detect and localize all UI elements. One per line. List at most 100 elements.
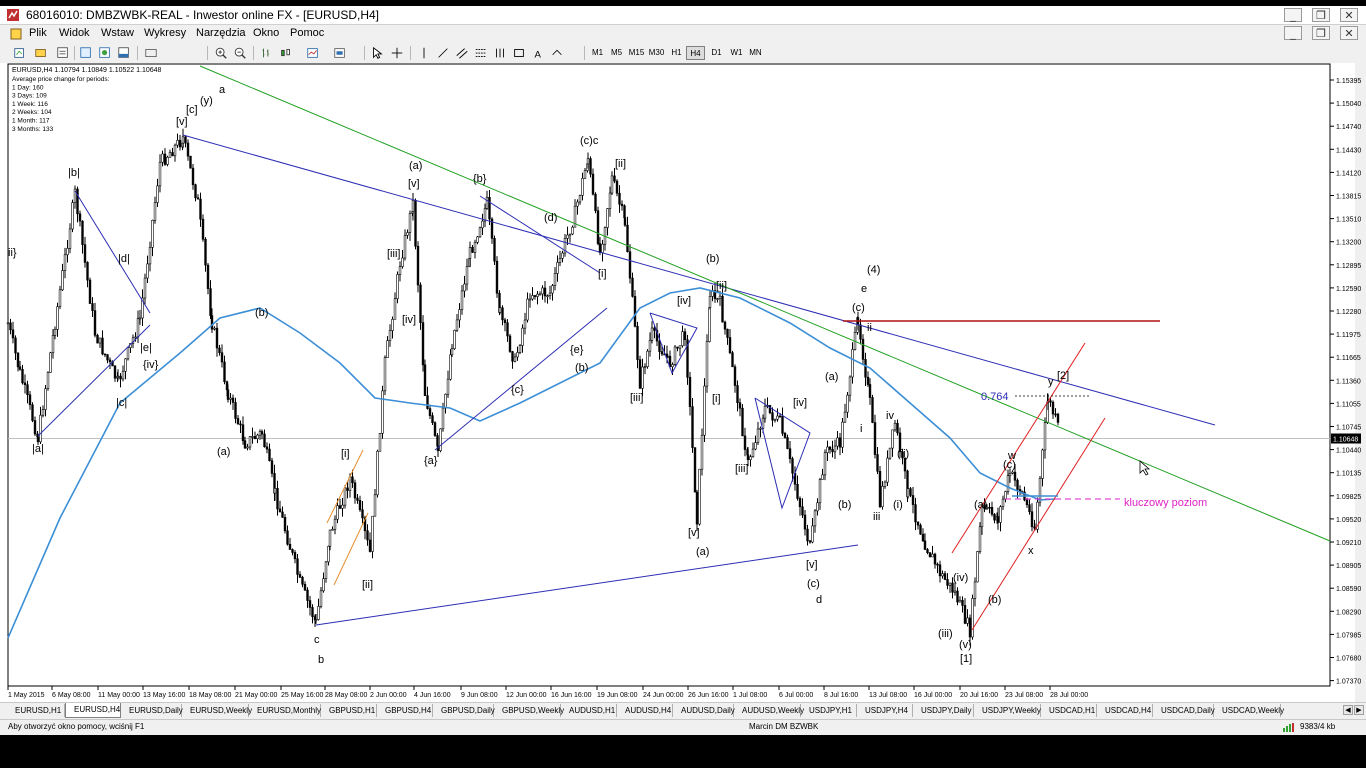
candle-body	[511, 351, 514, 362]
channel-icon[interactable]	[454, 45, 470, 61]
menu-insert[interactable]: Wstaw	[101, 27, 134, 39]
tab-usdjpy-h1[interactable]: USDJPY,H1	[801, 704, 857, 717]
candle-body	[136, 318, 140, 338]
wave-label: {a}	[424, 455, 438, 467]
child-close-button[interactable]: ✕	[1340, 26, 1358, 40]
tab-eurusd-h4[interactable]: EURUSD,H4	[65, 703, 121, 718]
shapes-icon[interactable]	[511, 45, 527, 61]
timeframe-h1[interactable]: H1	[667, 46, 686, 60]
candle-body	[606, 208, 609, 228]
wave-label: [ii]	[716, 280, 727, 292]
child-minimize-button[interactable]: _	[1284, 26, 1302, 40]
tab-usdjpy-h4[interactable]: USDJPY,H4	[857, 704, 913, 717]
time-label: 13 May 16:00	[143, 692, 186, 699]
candle-body	[946, 579, 949, 586]
trendline-icon[interactable]	[435, 45, 451, 61]
candle-body	[281, 511, 284, 518]
app-icon	[7, 9, 19, 21]
zoom-out-icon[interactable]	[232, 45, 248, 61]
candle-body	[26, 384, 29, 396]
menu-help[interactable]: Pomoc	[290, 27, 324, 39]
tab-audusd-daily[interactable]: AUDUSD,Daily	[673, 704, 735, 717]
restore-button[interactable]: ❐	[1312, 8, 1330, 22]
close-button[interactable]: ✕	[1340, 8, 1358, 22]
menu-file[interactable]: Plik	[29, 27, 47, 39]
timeframe-h4[interactable]: H4	[686, 46, 705, 60]
candle-body	[163, 153, 167, 165]
time-label: 23 Jul 08:00	[1005, 692, 1043, 699]
data-window-icon[interactable]	[78, 45, 94, 61]
child-restore-button[interactable]: ❐	[1312, 26, 1330, 40]
fibonacci-icon[interactable]	[473, 45, 489, 61]
grid-icon[interactable]	[492, 45, 508, 61]
candle-body	[241, 424, 245, 441]
candle-body	[578, 195, 582, 203]
cursor-icon[interactable]	[369, 45, 385, 61]
zoom-in-icon[interactable]	[213, 45, 229, 61]
new-chart-icon[interactable]	[12, 45, 28, 61]
candle-body	[523, 319, 527, 329]
autotrading-icon[interactable]	[143, 45, 159, 61]
tab-audusd-weekly[interactable]: AUDUSD,Weekly	[734, 704, 804, 717]
candle-body	[166, 157, 169, 165]
indicators-icon[interactable]	[305, 45, 321, 61]
timeframe-d1[interactable]: D1	[707, 46, 726, 60]
tab-gbpusd-h4[interactable]: GBPUSD,H4	[377, 704, 433, 717]
candle-body	[61, 270, 64, 291]
tab-gbpusd-weekly[interactable]: GBPUSD,Weekly	[494, 704, 564, 717]
templates-icon[interactable]	[332, 45, 348, 61]
chart-area[interactable]: 1.15395 1.15040 1.14740 1.14430 1.14120 1.138…	[0, 63, 1366, 702]
tabs-scroll-right-button[interactable]: ▶	[1354, 705, 1364, 715]
toolbar-separator	[364, 46, 365, 60]
timeframe-m30[interactable]: M30	[647, 46, 666, 60]
vertical-line-icon[interactable]	[416, 45, 432, 61]
timeframe-m5[interactable]: M5	[607, 46, 626, 60]
candle-body	[83, 244, 87, 263]
text-icon[interactable]: A	[530, 45, 546, 61]
tabs-scroll-left-button[interactable]: ◀	[1343, 705, 1353, 715]
minimize-button[interactable]: _	[1284, 8, 1302, 22]
candle-body	[1049, 400, 1052, 403]
candle-body	[773, 418, 777, 421]
menu-view[interactable]: Widok	[59, 27, 90, 39]
timeframe-m15[interactable]: M15	[627, 46, 646, 60]
navigator-icon[interactable]	[97, 45, 113, 61]
candle-body	[518, 345, 522, 353]
candle-body	[14, 337, 17, 354]
timeframe-m1[interactable]: M1	[588, 46, 607, 60]
tab-usdcad-h4[interactable]: USDCAD,H4	[1097, 704, 1153, 717]
crosshair-icon[interactable]	[389, 45, 405, 61]
market-watch-icon[interactable]	[55, 45, 71, 61]
candle-body	[251, 436, 254, 438]
candle-body	[44, 388, 47, 410]
menu-window[interactable]: Okno	[253, 27, 279, 39]
wave-label: |c|	[116, 397, 127, 409]
terminal-icon[interactable]	[116, 45, 132, 61]
price-chart[interactable]: 1.15395 1.15040 1.14740 1.14430 1.14120 1.138…	[0, 63, 1366, 702]
profiles-icon[interactable]	[33, 45, 49, 61]
tab-gbpusd-daily[interactable]: GBPUSD,Daily	[433, 704, 495, 717]
candlestick-icon[interactable]	[278, 45, 294, 61]
tab-eurusd-weekly[interactable]: EURUSD,Weekly	[182, 704, 252, 717]
timeframe-mn[interactable]: MN	[746, 46, 765, 60]
tab-usdcad-h1[interactable]: USDCAD,H1	[1041, 704, 1097, 717]
arrows-icon[interactable]	[549, 45, 565, 61]
tab-usdjpy-daily[interactable]: USDJPY,Daily	[913, 704, 974, 717]
tab-eurusd-monthly[interactable]: EURUSD,Monthly	[249, 704, 321, 717]
tab-audusd-h1[interactable]: AUDUSD,H1	[561, 704, 617, 717]
tab-gbpusd-h1[interactable]: GBPUSD,H1	[321, 704, 377, 717]
candle-body	[838, 437, 842, 448]
tab-audusd-h4[interactable]: AUDUSD,H4	[617, 704, 673, 717]
timeframe-w1[interactable]: W1	[727, 46, 746, 60]
tab-usdcad-weekly[interactable]: USDCAD,Weekly	[1214, 704, 1284, 717]
tab-eurusd-daily[interactable]: EURUSD,Daily	[121, 704, 183, 717]
tab-usdjpy-weekly[interactable]: USDJPY,Weekly	[974, 704, 1041, 717]
menu-charts[interactable]: Wykresy	[144, 27, 186, 39]
tab-usdcad-daily[interactable]: USDCAD,Daily	[1153, 704, 1215, 717]
wave-label: (y)	[200, 95, 213, 107]
candle-body	[348, 476, 352, 491]
tab-eurusd-h1[interactable]: EURUSD,H1	[7, 704, 65, 717]
price-change-stat: 3 Months: 133	[12, 126, 54, 133]
menu-tools[interactable]: Narzędzia	[196, 27, 246, 39]
bar-chart-icon[interactable]	[259, 45, 275, 61]
